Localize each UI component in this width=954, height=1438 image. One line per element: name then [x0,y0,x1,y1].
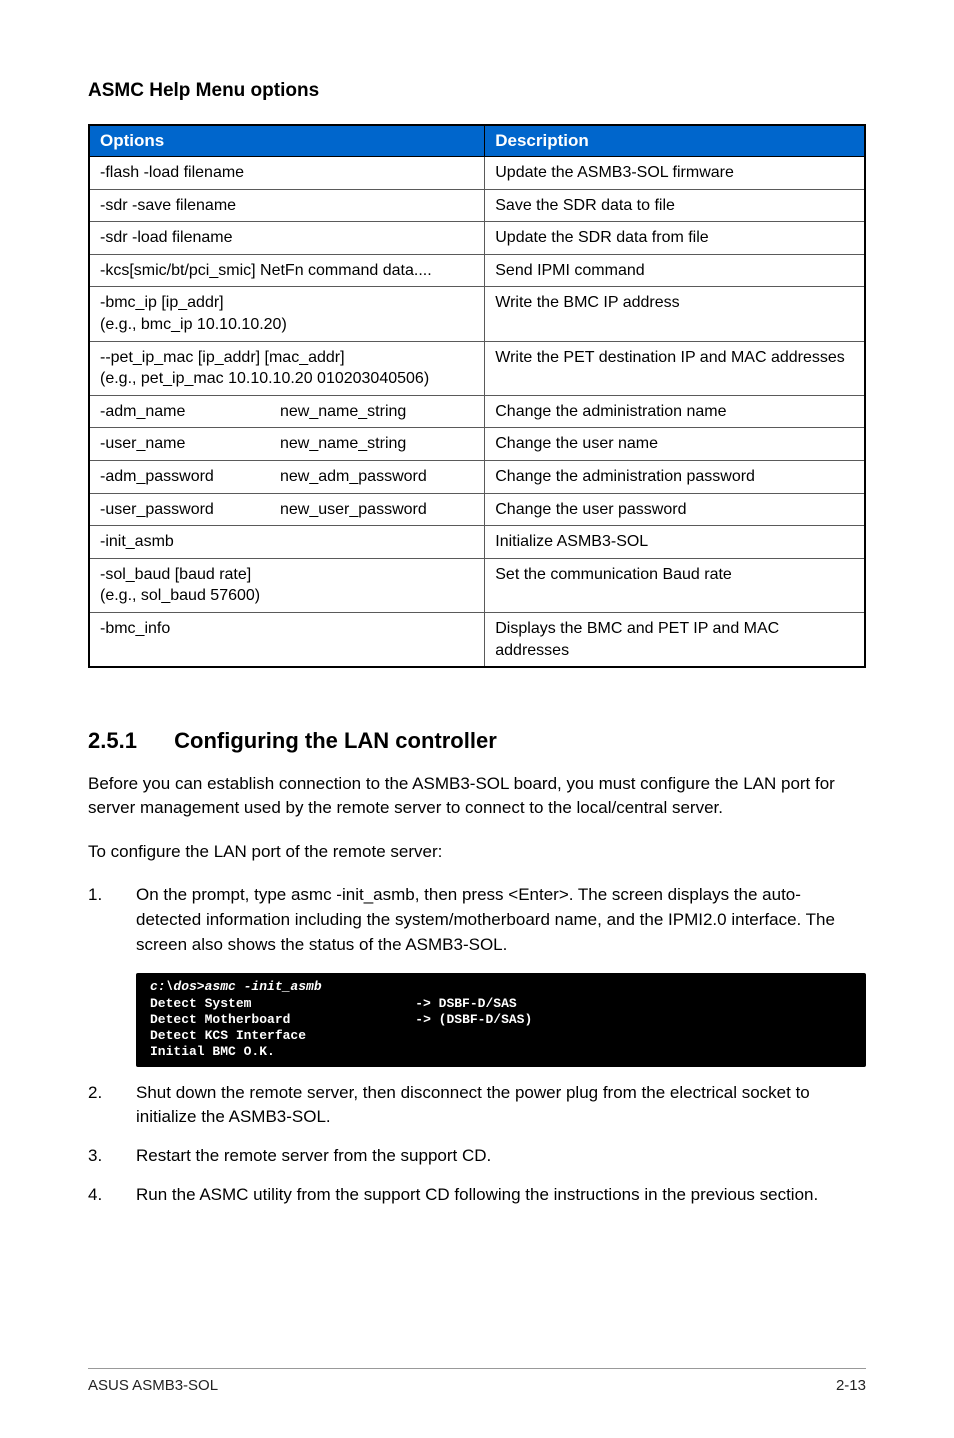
desc-cell: Send IPMI command [485,254,865,287]
desc-cell: Initialize ASMB3-SOL [485,526,865,559]
table-row: -sol_baud [baud rate] (e.g., sol_baud 57… [89,558,865,612]
term-line: -> DSBF-D/SAS [415,996,516,1011]
step-text: Restart the remote server from the suppo… [136,1146,491,1165]
opt-label: -user_name [100,433,280,455]
section-number: 2.5.1 [88,728,168,754]
section-title-text: Configuring the LAN controller [174,728,497,753]
table-row: --pet_ip_mac [ip_addr] [mac_addr] (e.g.,… [89,341,865,395]
opt-label: -user_password [100,499,280,521]
opt-cell: -user_name new_name_string [89,428,485,461]
steps-list: On the prompt, type asmc -init_asmb, the… [88,883,866,1207]
page-title: ASMC Help Menu options [88,80,866,102]
opt-label: -adm_password [100,466,280,488]
table-row: -init_asmb Initialize ASMB3-SOL [89,526,865,559]
opt-arg: new_user_password [280,499,474,521]
list-item: Shut down the remote server, then discon… [88,1081,866,1130]
th-options: Options [89,125,485,157]
opt-cell: -bmc_ip [ip_addr] (e.g., bmc_ip 10.10.10… [89,287,485,341]
desc-cell: Change the user name [485,428,865,461]
list-item: On the prompt, type asmc -init_asmb, the… [88,883,866,1066]
opt-arg: new_name_string [280,401,474,423]
term-line: -> (DSBF-D/SAS) [415,1012,532,1027]
opt-cell: -flash -load filename [89,157,485,190]
step-text: Shut down the remote server, then discon… [136,1083,810,1127]
opt-cell: -adm_password new_adm_password [89,460,485,493]
table-row: -adm_password new_adm_password Change th… [89,460,865,493]
table-row: -user_name new_name_string Change the us… [89,428,865,461]
table-row: -flash -load filename Update the ASMB3-S… [89,157,865,190]
desc-cell: Update the SDR data from file [485,222,865,255]
opt-cell: --pet_ip_mac [ip_addr] [mac_addr] (e.g.,… [89,341,485,395]
desc-cell: Update the ASMB3-SOL firmware [485,157,865,190]
terminal-output: c:\dos>asmc -init_asmb Detect System -> … [136,973,866,1066]
term-command: c:\dos>asmc -init_asmb [150,979,322,994]
term-line: Detect Motherboard [150,1012,290,1027]
desc-cell: Write the BMC IP address [485,287,865,341]
term-line: Detect System [150,996,251,1011]
desc-cell: Save the SDR data to file [485,189,865,222]
opt-arg: new_adm_password [280,466,474,488]
desc-cell: Write the PET destination IP and MAC add… [485,341,865,395]
page-footer: ASUS ASMB3-SOL 2-13 [88,1368,866,1394]
table-row: -bmc_ip [ip_addr] (e.g., bmc_ip 10.10.10… [89,287,865,341]
opt-cell: -sol_baud [baud rate] (e.g., sol_baud 57… [89,558,485,612]
term-line: Initial BMC O.K. [150,1044,275,1059]
th-description: Description [485,125,865,157]
opt-cell: -sdr -save filename [89,189,485,222]
desc-cell: Set the communication Baud rate [485,558,865,612]
intro-paragraph: Before you can establish connection to t… [88,772,866,820]
step-text: Run the ASMC utility from the support CD… [136,1185,818,1204]
opt-cell: -user_password new_user_password [89,493,485,526]
table-row: -bmc_info Displays the BMC and PET IP an… [89,612,865,667]
term-line: Detect KCS Interface [150,1028,306,1043]
opt-cell: -bmc_info [89,612,485,667]
opt-cell: -kcs[smic/bt/pci_smic] NetFn command dat… [89,254,485,287]
desc-cell: Displays the BMC and PET IP and MAC addr… [485,612,865,667]
opt-label: -adm_name [100,401,280,423]
opt-cell: -adm_name new_name_string [89,395,485,428]
desc-cell: Change the administration name [485,395,865,428]
opt-arg: new_name_string [280,433,474,455]
list-item: Restart the remote server from the suppo… [88,1144,866,1169]
opt-cell: -sdr -load filename [89,222,485,255]
table-row: -user_password new_user_password Change … [89,493,865,526]
footer-left: ASUS ASMB3-SOL [88,1377,218,1394]
desc-cell: Change the user password [485,493,865,526]
table-row: -sdr -save filename Save the SDR data to… [89,189,865,222]
table-row: -sdr -load filename Update the SDR data … [89,222,865,255]
opt-cell: -init_asmb [89,526,485,559]
table-row: -adm_name new_name_string Change the adm… [89,395,865,428]
lead-paragraph: To configure the LAN port of the remote … [88,840,866,864]
footer-right: 2-13 [836,1377,866,1394]
options-table: Options Description -flash -load filenam… [88,124,866,668]
desc-cell: Change the administration password [485,460,865,493]
table-row: -kcs[smic/bt/pci_smic] NetFn command dat… [89,254,865,287]
section-heading: 2.5.1 Configuring the LAN controller [88,728,866,754]
step-text: On the prompt, type asmc -init_asmb, the… [136,885,835,953]
list-item: Run the ASMC utility from the support CD… [88,1183,866,1208]
